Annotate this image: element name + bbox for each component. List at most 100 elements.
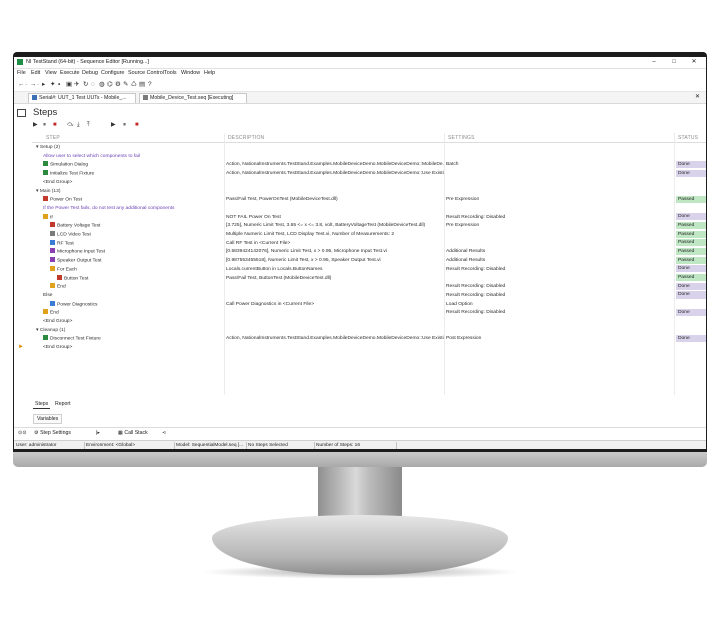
step-description: NOT FAIL Power On Test (226, 214, 281, 220)
step-row[interactable]: Microphone Input Test [0.5839424142076], … (32, 247, 706, 256)
maximize-button[interactable]: □ (664, 58, 684, 67)
edit-icon[interactable]: ✎ (123, 81, 128, 88)
step-row[interactable]: If the Power Test fails, do not test any… (32, 204, 706, 213)
column-header-step[interactable]: STEP (46, 135, 60, 141)
report-icon[interactable]: ▤ (139, 81, 145, 88)
step-row[interactable]: Else Result Recording: Disabled Done (32, 291, 706, 300)
step-row[interactable]: Speaker Output Test [0.987553455518], Num… (32, 256, 706, 265)
execution-toolbar: ▶ ⏸ ■ ⤼ ⤓ ⤒ ▶ ⏸ ■ (33, 121, 333, 130)
step-row[interactable]: Power On Test Pass/Fail Test, PowerOnTest… (32, 195, 706, 204)
help-icon[interactable]: ? (148, 81, 152, 88)
glasses-icon[interactable]: ⊙⊙ (18, 430, 27, 436)
step-row[interactable]: Power Diagnostics Call Power Diagnostics … (32, 300, 706, 309)
tab-variables[interactable]: Variables (33, 414, 63, 424)
step-row[interactable]: ► <End Group> (18, 343, 706, 352)
status-badge: Passed (676, 256, 706, 264)
terminate-all-icon[interactable]: ■ (135, 121, 139, 129)
step-settings-label: Step Settings (40, 430, 71, 436)
settings-icon[interactable]: ⚙ (115, 81, 121, 88)
tab-sequence-file[interactable]: Mobile_Device_Test.seq [Executing] (139, 93, 247, 103)
step-row[interactable]: Disconnect Test Fixture Action, NationalI… (32, 334, 706, 343)
breakpoint-icon[interactable]: ◍ (99, 81, 105, 88)
menu-source-control[interactable]: Source Control (128, 70, 164, 76)
step-row[interactable]: Initialize Test Fixture Action, NationalI… (32, 169, 706, 178)
flow-control-icon (50, 265, 55, 271)
step-description: Multiple Numeric Limit Test, LCD Display… (226, 232, 395, 237)
step-row[interactable]: ▾ Cleanup (1) (32, 326, 706, 335)
back-icon[interactable]: ← (18, 81, 24, 88)
step-row[interactable]: Simulation Dialog Action, NationalInstrum… (32, 160, 706, 169)
step-name-cell: Allow user to select which components to… (43, 153, 224, 160)
forward-icon[interactable]: → (30, 81, 36, 88)
sequence-file-icon (143, 94, 148, 100)
step-name: If (50, 215, 53, 221)
step-row[interactable]: LCD Video Test Multiple Numeric Limit Tes… (32, 230, 706, 239)
step-row[interactable]: Button Test Pass/Fail Test, ButtonTest (M… (32, 274, 706, 283)
save-icon[interactable]: ▪ (58, 81, 60, 88)
loop-icon[interactable]: ◌ (91, 81, 95, 88)
close-tab-icon[interactable]: ✕ (695, 93, 700, 100)
terminate-icon[interactable]: ■ (53, 121, 57, 129)
tab-steps[interactable]: Steps (33, 400, 51, 409)
step-row[interactable]: End Result Recording: Disabled Done (32, 282, 706, 291)
step-row[interactable]: RF Test Call RF Test in <Current File> Pas… (32, 239, 706, 248)
resume-all-icon[interactable]: ▶ (111, 121, 116, 129)
column-header-status[interactable]: STATUS (678, 135, 698, 141)
step-row[interactable]: <End Group> (32, 317, 706, 326)
sequence-call-icon (50, 300, 55, 306)
status-badge: Done (676, 169, 706, 177)
menu-tools[interactable]: Tools (164, 70, 177, 76)
step-row[interactable]: If NOT FAIL Power On Test Result Recording… (32, 213, 706, 222)
refresh-icon[interactable]: ↻ (83, 81, 88, 88)
step-out-icon[interactable]: ⤒ (87, 121, 90, 129)
menu-window[interactable]: Window (181, 70, 200, 76)
steps-grid: STEP DESCRIPTION SETTINGS STATUS ▾ Setup… (18, 133, 706, 449)
step-pointer-icon[interactable]: |▸ (96, 430, 100, 436)
minimize-button[interactable]: – (644, 58, 664, 67)
c-dll-step-icon (57, 274, 62, 280)
step-settings: Post Expression (446, 336, 482, 342)
step-settings: Result Recording: Disabled (446, 214, 506, 220)
save-all-icon[interactable]: ▣ (66, 81, 72, 88)
close-button[interactable]: ✕ (684, 58, 704, 67)
step-settings-button[interactable]: ⚙ Step Settings (34, 430, 71, 436)
panel-toggle-icon[interactable] (17, 109, 26, 117)
menu-configure[interactable]: Configure (101, 70, 124, 76)
tab-report[interactable]: Report (53, 400, 73, 408)
dotnet-step-icon (43, 335, 48, 341)
step-row[interactable]: <End Group> (32, 178, 706, 187)
step-row[interactable]: Allow user to select which components to… (32, 152, 706, 161)
pause-all-icon[interactable]: ⏸ (123, 121, 126, 129)
step-row[interactable]: For Each Locals.currentButton in Locals.B… (32, 265, 706, 274)
menu-edit[interactable]: Edit (31, 70, 40, 76)
share-icon[interactable]: ⋖ (162, 430, 166, 436)
pause-icon[interactable]: ⏸ (43, 121, 46, 129)
run-icon[interactable]: ▸ (42, 81, 45, 88)
menu-file[interactable]: File (17, 70, 26, 76)
menu-view[interactable]: View (45, 70, 57, 76)
menu-debug[interactable]: Debug (82, 70, 98, 76)
resume-icon[interactable]: ▶ (33, 121, 38, 129)
step-row[interactable]: ▾ Main (13) (32, 187, 706, 196)
menu-help[interactable]: Help (204, 70, 215, 76)
adapter-icon[interactable]: ⌬ (107, 81, 113, 88)
column-header-description[interactable]: DESCRIPTION (228, 135, 264, 141)
step-row[interactable]: ▾ Setup (2) (32, 143, 706, 152)
tab-sequence-file-label: Mobile_Device_Test.seq [Executing] (150, 95, 234, 101)
step-into-icon[interactable]: ⤓ (77, 121, 80, 129)
status-environment: Environment: <Global> (84, 442, 175, 449)
step-row[interactable]: Battery Voltage Test [3.725], Numeric Lim… (32, 221, 706, 230)
c-dll-step-icon (43, 196, 48, 202)
call-stack-button[interactable]: ▦ Call Stack (118, 430, 148, 436)
sync-icon[interactable]: ♺ (131, 81, 137, 88)
step-row[interactable]: End Result Recording: Disabled Done (32, 308, 706, 317)
tab-execution[interactable]: Serial#: UUT_1 Test UUTs - Mobile_... (28, 93, 136, 103)
deploy-icon[interactable]: ✈ (74, 81, 79, 88)
menu-execute[interactable]: Execute (60, 70, 79, 76)
main-toolbar: ← · → · ▸ ✦ ▪ ▣ ✈ ↻ ◌ ◍ ⌬ ⚙ ✎ ♺ ▤ ? (14, 79, 706, 92)
column-header-settings[interactable]: SETTINGS (448, 135, 475, 141)
step-name-cell: LCD Video Test (50, 231, 224, 239)
step-over-icon[interactable]: ⤼ (67, 121, 73, 129)
new-icon[interactable]: ✦ (50, 81, 55, 88)
step-name: Else (43, 292, 53, 298)
